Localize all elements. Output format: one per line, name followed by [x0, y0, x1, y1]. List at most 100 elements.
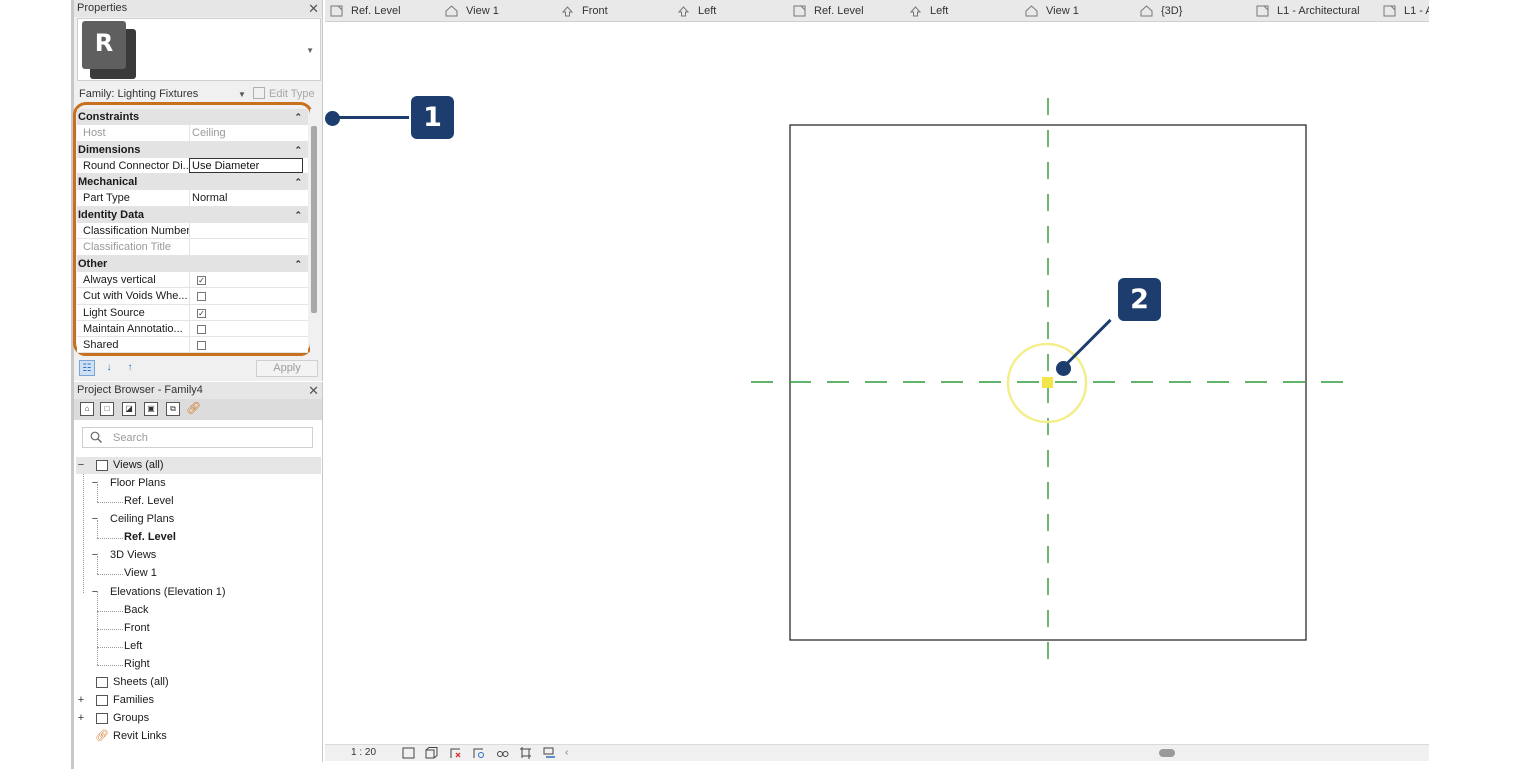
collapse-icon[interactable]: ⌃ [294, 256, 302, 272]
tree-node-floor-ref-level[interactable]: Ref. Level [124, 493, 204, 510]
horizontal-scroll-thumb[interactable] [1159, 749, 1175, 757]
checkbox-unchecked[interactable] [197, 324, 206, 334]
collapse-icon[interactable]: ⌃ [294, 109, 302, 125]
property-value[interactable]: ✓ [189, 271, 303, 288]
tree-node-sheets[interactable]: Sheets (all) [76, 674, 236, 691]
browser-toolbar: ⌂ □ ◪ ▣ ⧉ 🔗︎ [74, 399, 322, 420]
property-group-header[interactable]: Mechanical ⌃ [77, 174, 308, 191]
tree-node-view-1[interactable]: View 1 [124, 565, 204, 582]
property-name: Classification Title [83, 241, 172, 254]
temporary-hide-icon[interactable] [543, 747, 556, 759]
collapse-icon[interactable]: ⌃ [294, 174, 302, 190]
view-tab[interactable]: Front [561, 0, 673, 21]
view-scale[interactable]: 1 : 20 [351, 745, 376, 761]
tree-node-back[interactable]: Back [124, 602, 204, 619]
tree-node-ceiling-plans[interactable]: − Ceiling Plans [90, 511, 240, 528]
sun-path-icon[interactable] [449, 747, 462, 759]
property-value[interactable] [189, 320, 303, 337]
close-icon[interactable]: ✕ [308, 0, 319, 17]
chevron-down-icon[interactable]: ▼ [238, 86, 246, 103]
light-source-point[interactable] [1042, 377, 1053, 388]
schedule-icon[interactable]: ▣ [144, 402, 158, 416]
chevron-left-icon[interactable]: ‹ [565, 745, 568, 761]
view-tab[interactable]: View 1 [445, 0, 557, 21]
property-value[interactable]: ✓ [189, 304, 303, 321]
browser-search[interactable]: Search [82, 427, 313, 448]
detail-level-icon[interactable] [402, 747, 415, 759]
tree-node-revit-links[interactable]: 🔗︎ Revit Links [76, 728, 236, 745]
view-tab[interactable]: L1 - Architectural [1256, 0, 1368, 21]
view-tab[interactable]: Left [677, 0, 789, 21]
property-value[interactable] [189, 239, 303, 256]
checkbox-unchecked[interactable] [197, 341, 206, 351]
collapse-icon[interactable]: ⌃ [294, 142, 302, 158]
tree-node-right[interactable]: Right [124, 656, 204, 673]
property-group-header[interactable]: Dimensions ⌃ [77, 141, 308, 158]
edit-type-button[interactable]: Edit Type [253, 86, 315, 103]
tree-node-floor-plans[interactable]: − Floor Plans [90, 475, 240, 492]
view-tab[interactable]: View 1 [1025, 0, 1137, 21]
view-tab[interactable]: {3D} [1140, 0, 1252, 21]
house-icon[interactable]: ⌂ [80, 402, 94, 416]
shadows-icon[interactable] [472, 747, 485, 759]
property-row[interactable]: Shared [77, 337, 308, 354]
checkbox-unchecked[interactable] [197, 292, 206, 302]
view-tab-label: View 1 [466, 5, 499, 17]
drawing-canvas[interactable] [325, 22, 1429, 744]
tree-node-families[interactable]: + Families [76, 692, 236, 709]
reveal-hidden-icon[interactable] [496, 747, 509, 759]
property-group-header[interactable]: Other ⌃ [77, 255, 308, 272]
sheets-icon[interactable]: ◪ [122, 402, 136, 416]
tree-node-front[interactable]: Front [124, 620, 204, 637]
elevation-icon [677, 6, 690, 17]
tree-node-views[interactable]: − Views (all) [76, 457, 321, 474]
property-row[interactable]: Host Ceiling [77, 125, 308, 142]
property-value[interactable] [189, 337, 303, 354]
collapse-icon[interactable]: ⌃ [294, 207, 302, 223]
tree-node-left[interactable]: Left [124, 638, 204, 655]
property-value[interactable]: Use Diameter [189, 157, 303, 173]
view-tab-label: View 1 [1046, 5, 1079, 17]
property-group-header[interactable]: Identity Data ⌃ [77, 206, 308, 224]
property-value[interactable]: Ceiling [189, 125, 303, 142]
property-row[interactable]: Part Type Normal [77, 190, 308, 207]
family-selector[interactable]: Family: Lighting Fixtures ▼ Edit Type [77, 86, 321, 103]
view-tab[interactable]: Left [909, 0, 1021, 21]
sort-ascending-icon[interactable]: ↓ [101, 360, 117, 376]
properties-scroll-thumb[interactable] [311, 126, 317, 313]
chevron-down-icon[interactable]: ▼ [306, 46, 314, 55]
view-tab[interactable]: Ref. Level [793, 0, 905, 21]
tree-node-groups[interactable]: + Groups [76, 710, 236, 727]
tree-node-ceiling-ref-level[interactable]: Ref. Level [124, 529, 204, 546]
property-row[interactable]: Maintain Annotatio... [77, 320, 308, 338]
checkbox-checked[interactable]: ✓ [197, 308, 206, 318]
property-value[interactable] [189, 223, 303, 240]
type-selector-preview[interactable]: R ▼ [77, 18, 321, 81]
views-icon[interactable]: □ [100, 402, 114, 416]
property-value[interactable] [189, 288, 303, 305]
property-row[interactable]: Round Connector Di... Use Diameter [77, 157, 308, 175]
property-row[interactable]: Classification Number [77, 223, 308, 240]
property-row[interactable]: Cut with Voids Whe... [77, 288, 308, 305]
apply-button[interactable]: Apply [256, 360, 318, 377]
categorized-icon[interactable]: ☷ [79, 360, 95, 376]
property-row[interactable]: Classification Title [77, 239, 308, 256]
tree-node-3d-views[interactable]: − 3D Views [90, 547, 240, 564]
property-row[interactable]: Always vertical ✓ [77, 271, 308, 289]
checkbox-checked[interactable]: ✓ [197, 275, 206, 285]
callout-1-badge: 1 [411, 96, 454, 139]
property-row[interactable]: Light Source ✓ [77, 304, 308, 321]
close-icon[interactable]: ✕ [308, 382, 319, 399]
property-group-header[interactable]: Constraints ⌃ [77, 109, 308, 126]
drawing-area[interactable] [325, 22, 1429, 744]
tree-node-elevations[interactable]: − Elevations (Elevation 1) [90, 584, 270, 601]
property-name: Light Source [83, 306, 145, 319]
sort-descending-icon[interactable]: ↑ [122, 360, 138, 376]
crop-view-icon[interactable] [519, 747, 532, 759]
visual-style-icon[interactable] [425, 747, 438, 759]
property-value[interactable]: Normal [189, 190, 303, 207]
view-tab[interactable]: Ref. Level [330, 0, 442, 21]
view-tab[interactable]: L1 - A [1383, 0, 1429, 21]
link-icon[interactable]: 🔗︎ [186, 402, 201, 416]
groups-icon[interactable]: ⧉ [166, 402, 180, 416]
